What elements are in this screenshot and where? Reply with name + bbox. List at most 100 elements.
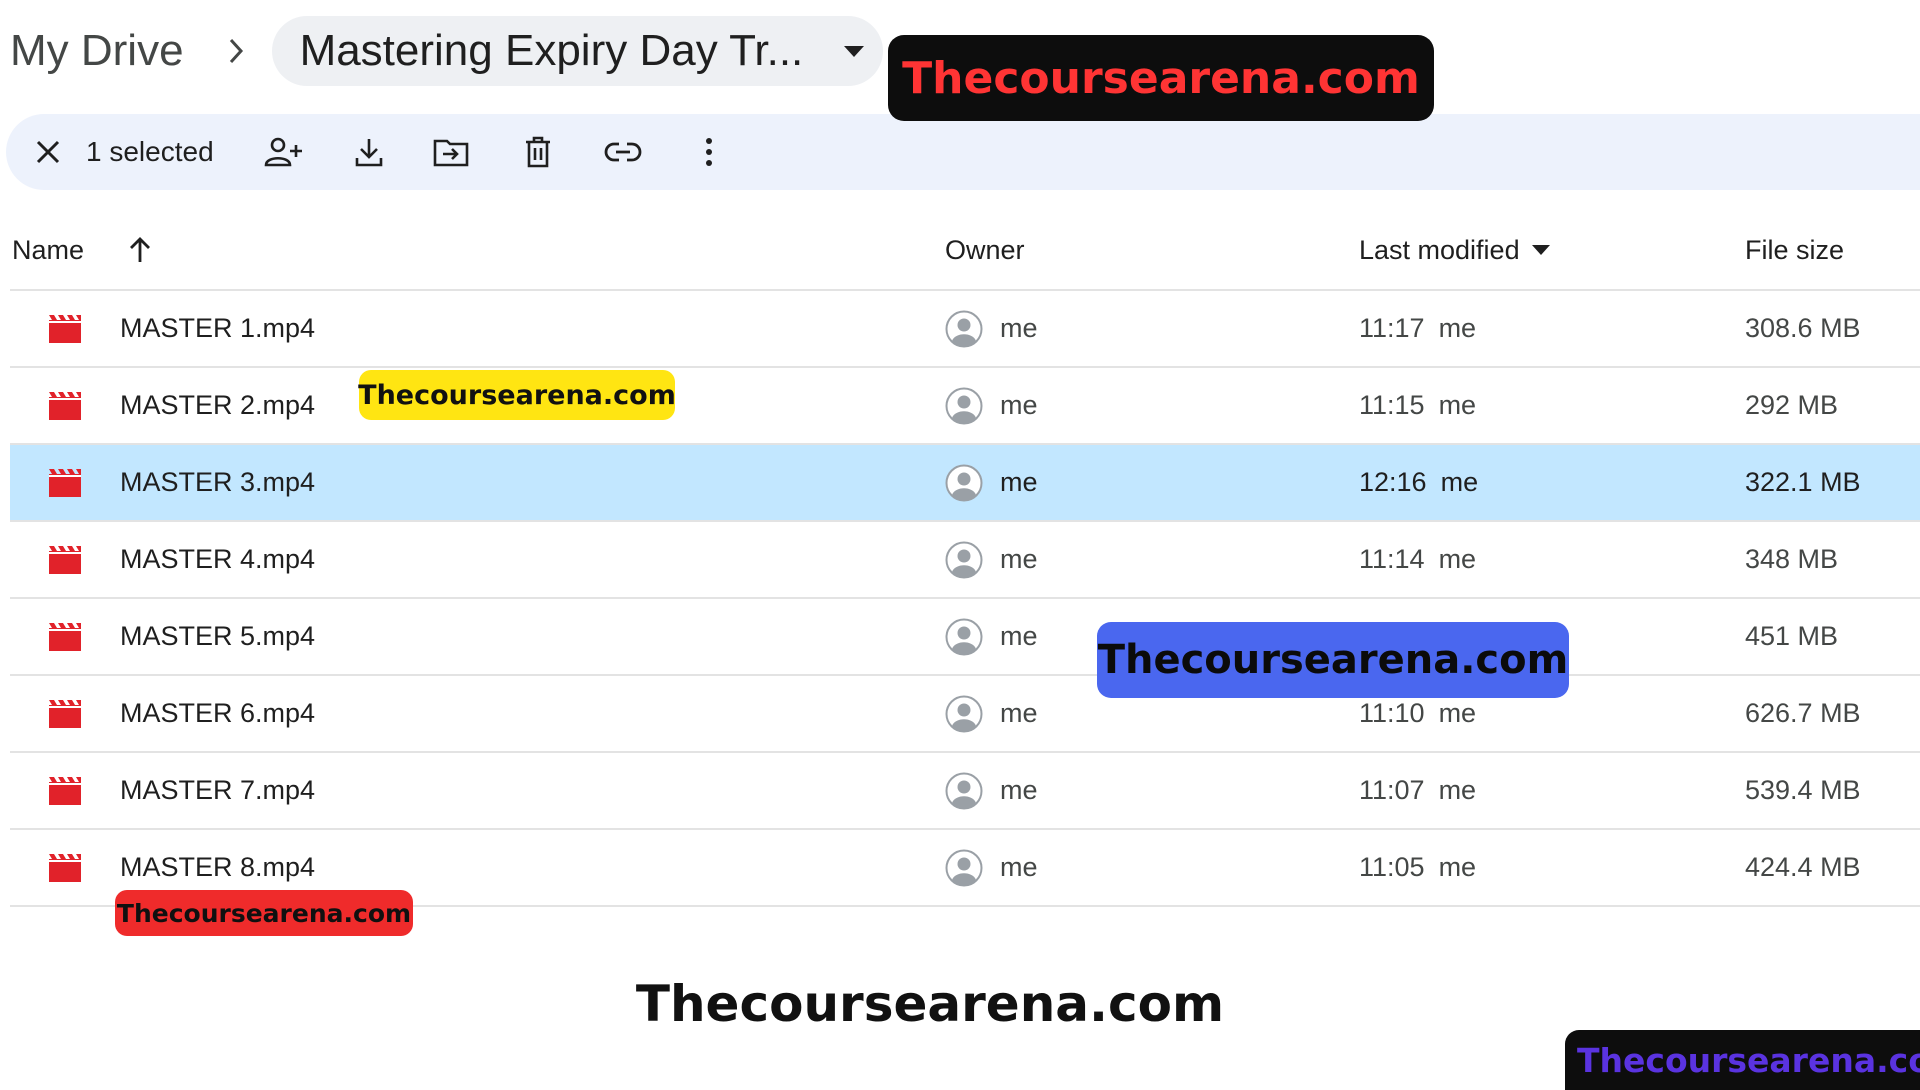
file-name: MASTER 1.mp4: [120, 313, 316, 343]
column-header-name[interactable]: Name: [12, 232, 152, 268]
modified-by: me: [1438, 852, 1477, 882]
chevron-right-icon: [228, 37, 244, 65]
column-file-size-label: File size: [1745, 234, 1845, 265]
file-list: MASTER 1.mp4 me 11:17 me 308.6 MB MASTER…: [10, 291, 1920, 907]
caret-down-icon[interactable]: [843, 44, 865, 58]
modified-by: me: [1438, 698, 1477, 728]
file-row[interactable]: MASTER 5.mp4 me 451 MB: [10, 599, 1920, 676]
breadcrumb: My Drive Mastering Expiry Day Tr...: [10, 16, 884, 86]
video-file-icon: [48, 445, 82, 520]
last-modified: 11:15 me: [1359, 368, 1476, 443]
column-owner-label: Owner: [945, 234, 1025, 265]
last-modified: 11:17 me: [1359, 291, 1476, 366]
file-size: 424.4 MB: [1745, 852, 1861, 882]
file-row[interactable]: MASTER 7.mp4 me 11:07 me 539.4 MB: [10, 753, 1920, 830]
arrow-up-icon[interactable]: [128, 236, 152, 264]
file-size: 451 MB: [1745, 621, 1839, 651]
video-file-icon: [48, 368, 82, 443]
modified-time: 11:15: [1359, 390, 1425, 420]
file-name: MASTER 6.mp4: [120, 698, 316, 728]
move-folder-icon: [433, 139, 469, 167]
breadcrumb-current-folder[interactable]: Mastering Expiry Day Tr...: [271, 16, 884, 86]
owner-name: me: [1000, 621, 1038, 651]
file-row[interactable]: MASTER 4.mp4 me 11:14 me 348 MB: [10, 522, 1920, 599]
file-name: MASTER 4.mp4: [120, 544, 316, 574]
close-icon: [36, 140, 60, 164]
file-name: MASTER 3.mp4: [120, 467, 316, 497]
file-name: MASTER 7.mp4: [120, 775, 316, 805]
column-header-last-modified[interactable]: Last modified: [1359, 232, 1550, 268]
modified-by: me: [1438, 544, 1477, 574]
file-size: 626.7 MB: [1745, 698, 1861, 728]
file-size: 539.4 MB: [1745, 775, 1861, 805]
modified-time: 11:17: [1359, 313, 1425, 343]
owner-name: me: [1000, 313, 1038, 343]
modified-by: me: [1440, 467, 1479, 497]
owner-name: me: [1000, 852, 1038, 882]
modified-by: me: [1438, 390, 1477, 420]
watermark-badge-blue: Thecoursearena.com: [1097, 622, 1569, 698]
delete-button[interactable]: [510, 114, 566, 190]
link-icon: [604, 142, 642, 162]
watermark-badge-yellow: Thecoursearena.com: [358, 370, 676, 420]
download-button[interactable]: [341, 114, 397, 190]
video-file-icon: [48, 522, 82, 597]
watermark-text: Thecoursearena.com: [635, 975, 1225, 1033]
more-vert-icon: [706, 138, 712, 166]
more-actions-button[interactable]: [681, 114, 737, 190]
move-button[interactable]: [423, 114, 479, 190]
download-icon: [355, 139, 383, 167]
owner-name: me: [1000, 698, 1038, 728]
copy-link-button[interactable]: [595, 114, 651, 190]
file-name: MASTER 5.mp4: [120, 621, 316, 651]
watermark-corner: Thecoursearena.com: [1565, 1030, 1920, 1090]
owner-name: me: [1000, 775, 1038, 805]
video-file-icon: [48, 830, 82, 905]
caret-down-icon: [1531, 245, 1550, 255]
owner-avatar-icon: [945, 599, 983, 674]
owner-avatar-icon: [945, 291, 983, 366]
column-last-modified-label: Last modified: [1359, 234, 1520, 265]
clear-selection-button[interactable]: [20, 114, 76, 190]
owner-avatar-icon: [945, 522, 983, 597]
current-folder-label: Mastering Expiry Day Tr...: [299, 26, 804, 75]
video-file-icon: [48, 599, 82, 674]
file-name: MASTER 2.mp4: [120, 390, 316, 420]
column-name-label: Name: [12, 234, 85, 265]
selection-toolbar: 1 selected: [6, 114, 1920, 190]
owner-avatar-icon: [945, 445, 983, 520]
modified-time: 11:14: [1359, 544, 1425, 574]
breadcrumb-my-drive[interactable]: My Drive: [10, 26, 184, 76]
video-file-icon: [48, 753, 82, 828]
watermark-badge-red: Thecoursearena.com: [115, 890, 413, 936]
owner-avatar-icon: [945, 830, 983, 905]
file-size: 322.1 MB: [1745, 467, 1861, 497]
watermark-banner-top: Thecoursearena.com: [888, 35, 1434, 121]
column-header-owner[interactable]: Owner: [945, 232, 1025, 268]
modified-by: me: [1438, 775, 1477, 805]
file-row[interactable]: MASTER 3.mp4 me 12:16 me 322.1 MB: [10, 445, 1920, 522]
file-size: 348 MB: [1745, 544, 1839, 574]
owner-name: me: [1000, 390, 1038, 420]
file-row[interactable]: MASTER 6.mp4 me 11:10 me 626.7 MB: [10, 676, 1920, 753]
video-file-icon: [48, 291, 82, 366]
share-button[interactable]: [256, 114, 312, 190]
last-modified: 12:16 me: [1359, 445, 1478, 520]
video-file-icon: [48, 676, 82, 751]
owner-avatar-icon: [945, 368, 983, 443]
owner-name: me: [1000, 467, 1038, 497]
modified-time: 11:07: [1359, 775, 1425, 805]
modified-time: 11:10: [1359, 698, 1425, 728]
file-size: 292 MB: [1745, 390, 1839, 420]
owner-avatar-icon: [945, 753, 983, 828]
modified-time: 11:05: [1359, 852, 1425, 882]
last-modified: 11:05 me: [1359, 830, 1476, 905]
owner-name: me: [1000, 544, 1038, 574]
file-row[interactable]: MASTER 1.mp4 me 11:17 me 308.6 MB: [10, 291, 1920, 368]
column-header-file-size[interactable]: File size: [1745, 232, 1844, 268]
last-modified: 11:07 me: [1359, 753, 1476, 828]
last-modified: 11:14 me: [1359, 522, 1476, 597]
modified-by: me: [1438, 313, 1477, 343]
modified-time: 12:16: [1359, 467, 1427, 497]
file-row[interactable]: MASTER 2.mp4 me 11:15 me 292 MB: [10, 368, 1920, 445]
